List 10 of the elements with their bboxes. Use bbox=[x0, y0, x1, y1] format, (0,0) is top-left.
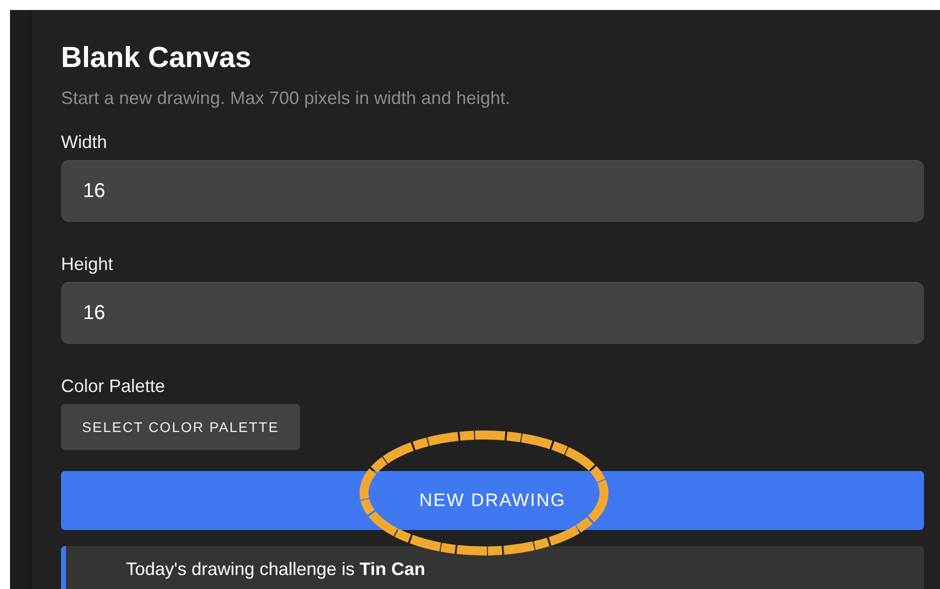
page-title: Blank Canvas bbox=[61, 41, 252, 76]
new-drawing-button[interactable]: NEW DRAWING bbox=[61, 471, 924, 530]
input-field[interactable]: 16 bbox=[61, 282, 924, 344]
field-label: Height bbox=[61, 253, 114, 276]
field-label: Color Palette bbox=[61, 375, 166, 398]
input-field[interactable]: 16 bbox=[61, 160, 924, 222]
select-palette-button[interactable]: SELECT COLOR PALETTE bbox=[61, 404, 300, 450]
page-subtitle: Start a new drawing. Max 700 pixels in width and height. bbox=[61, 87, 512, 110]
challenge-text: Today's drawing challenge is Tin Can bbox=[126, 559, 426, 579]
field-label: Width bbox=[61, 131, 108, 154]
